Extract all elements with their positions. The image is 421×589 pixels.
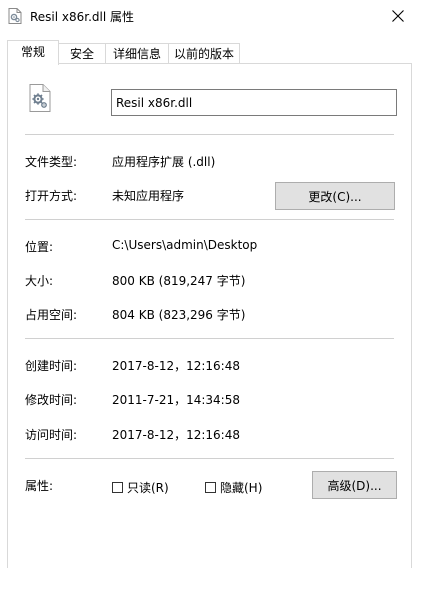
file-type-label: 文件类型:	[25, 155, 78, 169]
hidden-checkbox[interactable]: 隐藏(H)	[205, 479, 262, 496]
created-label: 创建时间:	[25, 359, 78, 373]
attributes-label: 属性:	[25, 479, 54, 493]
file-name-input[interactable]	[111, 89, 397, 116]
properties-window: Resil x86r.dll 属性 常规 安全 详细信息 以前的版本 Resil…	[0, 0, 421, 568]
accessed-value: 2017-8-12，12:16:48	[112, 428, 240, 442]
file-type-value: 应用程序扩展 (.dll)	[112, 155, 216, 169]
size-label: 大小:	[25, 274, 54, 288]
separator	[25, 338, 394, 339]
separator	[25, 458, 394, 459]
location-label: 位置:	[25, 240, 54, 254]
tab-previous-versions[interactable]: 以前的版本	[168, 43, 240, 64]
location-value: C:\Users\admin\Desktop	[112, 238, 258, 252]
tab-security[interactable]: 安全	[58, 43, 106, 64]
size-on-disk-value: 804 KB (823,296 字节)	[112, 308, 246, 322]
separator	[25, 134, 394, 135]
checkbox-box[interactable]	[205, 482, 216, 493]
change-button[interactable]: 更改(C)...	[275, 182, 395, 210]
size-on-disk-label: 占用空间:	[25, 308, 78, 322]
tab-general[interactable]: 常规	[7, 40, 59, 65]
modified-label: 修改时间:	[25, 393, 78, 407]
checkbox-box[interactable]	[112, 482, 123, 493]
hidden-label: 隐藏(H)	[220, 481, 263, 495]
close-icon	[392, 10, 404, 22]
title-bar: Resil x86r.dll 属性	[0, 0, 421, 32]
separator	[25, 219, 394, 220]
modified-value: 2011-7-21，14:34:58	[112, 393, 240, 407]
dll-gear-file-icon	[29, 84, 51, 112]
close-button[interactable]	[375, 0, 421, 32]
accessed-label: 访问时间:	[25, 428, 78, 442]
general-panel: 文件类型: 应用程序扩展 (.dll) 打开方式: 未知应用程序 更改(C)..…	[7, 63, 412, 568]
tab-details[interactable]: 详细信息	[105, 43, 169, 64]
advanced-button[interactable]: 高级(D)...	[312, 471, 397, 499]
window-title: Resil x86r.dll 属性	[30, 10, 135, 24]
opens-with-label: 打开方式:	[25, 189, 78, 203]
size-value: 800 KB (819,247 字节)	[112, 274, 246, 288]
readonly-checkbox[interactable]: 只读(R)	[112, 479, 169, 496]
readonly-label: 只读(R)	[127, 481, 169, 495]
created-value: 2017-8-12，12:16:48	[112, 359, 240, 373]
opens-with-value: 未知应用程序	[112, 189, 185, 203]
dll-file-icon	[8, 8, 22, 24]
